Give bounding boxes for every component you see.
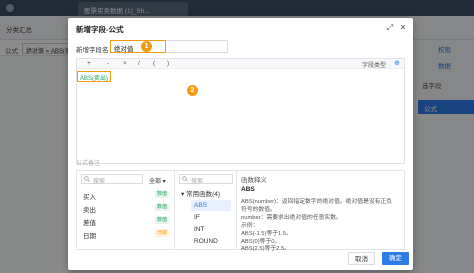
formula-text[interactable]: ABS(卖出) — [77, 71, 112, 82]
field-type-label[interactable]: 字段类型 — [362, 60, 386, 69]
field-name-input-extension[interactable] — [166, 40, 228, 53]
operator-close-paren[interactable]: ) — [167, 60, 169, 67]
function-item-if[interactable]: IF — [191, 212, 231, 223]
field-type-badge: 数值 — [154, 191, 169, 198]
field-type-badge: 数值 — [154, 217, 169, 224]
field-name-label: 新增字段名 — [76, 47, 109, 54]
field-item-name: 卖出 — [83, 207, 96, 214]
add-field-formula-dialog: 新增字段-公式 ⤢ ✕ 新增字段名 绝对值 1 + - × / ( ) 字段类型… — [68, 18, 413, 270]
function-search-placeholder: 搜索 — [191, 179, 204, 185]
field-scope-label: 全部 — [149, 179, 162, 185]
dialog-title: 新增字段-公式 — [76, 25, 124, 34]
operator-divide[interactable]: / — [138, 60, 140, 67]
function-group-label: 常用函数(4) — [186, 191, 221, 198]
formula-hint-text: 公式备注 — [76, 161, 101, 167]
operator-plus[interactable]: + — [87, 60, 91, 67]
docs-title: 函数释义 — [241, 177, 267, 184]
function-search-input[interactable]: 搜索 — [179, 174, 233, 185]
field-search-placeholder: 搜索 — [93, 179, 106, 185]
function-item-round[interactable]: ROUND — [191, 236, 231, 247]
field-item-name: 日期 — [83, 233, 96, 240]
dialog-header: 新增字段-公式 ⤢ ✕ — [68, 18, 413, 38]
search-icon — [182, 176, 188, 182]
function-group-toggle[interactable]: ▾ 常用函数(4) — [181, 188, 220, 198]
search-icon — [84, 176, 90, 182]
step-marker-1: 1 — [141, 41, 152, 52]
ok-button[interactable]: 确定 — [382, 252, 409, 265]
field-type-badge: 数值 — [154, 204, 169, 211]
docs-function-name: ABS — [241, 186, 255, 193]
step-marker-2: 2 — [187, 85, 198, 96]
functions-column: 搜索 ▾ 常用函数(4) ABS IF INT ROUND — [175, 171, 237, 249]
field-item[interactable]: 卖出 数值 — [81, 201, 169, 214]
field-item-name: 买入 — [83, 194, 96, 201]
fields-column: 搜索 全部 ▾ 买入 数值 卖出 数值 差值 数值 日期 日期 — [77, 171, 175, 249]
field-item[interactable]: 差值 数值 — [81, 214, 169, 227]
function-docs-column: 函数释义 ABS ABS(number)：返回指定数字的绝对值。绝对值是没有正负… — [237, 171, 404, 252]
field-search-input[interactable]: 搜索 — [81, 174, 143, 185]
docs-line: ABS(2.5)等于2.5。 — [241, 246, 290, 252]
close-icon[interactable]: ✕ — [398, 23, 408, 33]
field-scope-dropdown[interactable]: 全部 ▾ — [149, 176, 166, 185]
function-item-abs[interactable]: ABS — [191, 200, 231, 211]
formula-content: ABS(卖出) — [80, 76, 109, 82]
field-item[interactable]: 买入 数值 — [81, 188, 169, 201]
bottom-panel: 搜索 全部 ▾ 买入 数值 卖出 数值 差值 数值 日期 日期 搜索 ▾ 常用函… — [76, 170, 405, 252]
operator-multiply[interactable]: × — [123, 60, 127, 67]
function-item-int[interactable]: INT — [191, 224, 231, 235]
cancel-button[interactable]: 取消 — [348, 252, 375, 265]
expand-icon[interactable]: ⤢ — [385, 23, 395, 33]
field-item[interactable]: 日期 日期 — [81, 227, 169, 240]
field-type-dropdown-icon[interactable]: ⊕ — [394, 59, 400, 67]
field-name-input[interactable]: 绝对值 — [110, 40, 166, 53]
operator-open-paren[interactable]: ( — [153, 60, 155, 67]
field-type-badge: 日期 — [154, 230, 169, 237]
operator-minus[interactable]: - — [107, 60, 109, 67]
field-item-name: 差值 — [83, 220, 96, 227]
formula-editor[interactable]: + - × / ( ) 字段类型 ⊕ ABS(卖出) 2 — [76, 58, 405, 164]
formula-hint: 公式备注 — [76, 158, 405, 168]
operator-bar: + - × / ( ) 字段类型 ⊕ — [77, 59, 404, 69]
